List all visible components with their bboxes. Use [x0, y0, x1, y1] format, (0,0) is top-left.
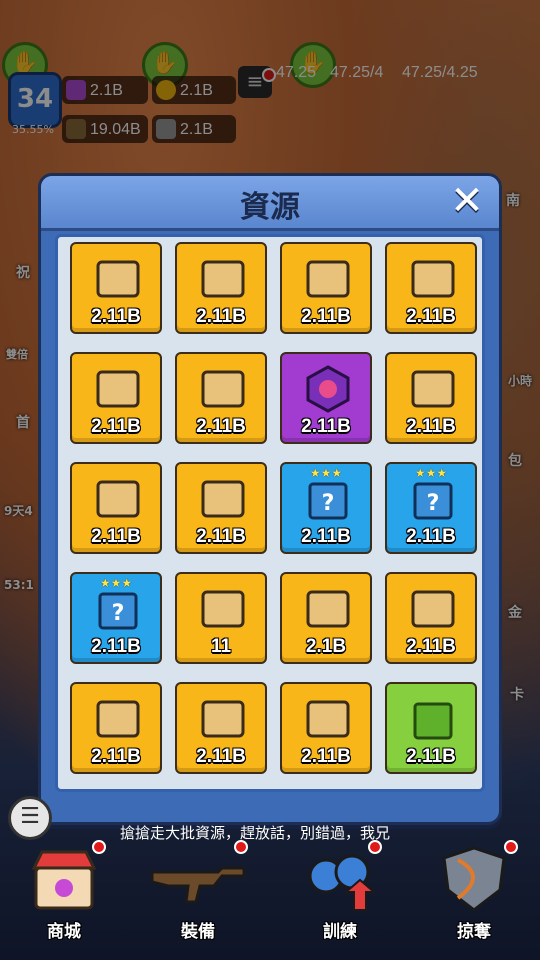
resource-grid[interactable]: 2.11B 2.11B 2.11B 2.11B 2.11B 2.11B 2.11B 2.11B… — [55, 234, 485, 792]
resource-tile[interactable]: 2.11B — [385, 682, 477, 774]
resource-tile[interactable]: 11 — [175, 572, 267, 664]
resource-tile[interactable]: 2.11B — [70, 242, 162, 334]
resource-tile[interactable]: 2.11B — [280, 682, 372, 774]
resource-amount: 2.1B — [305, 636, 347, 657]
resource-amount: 2.11B — [91, 636, 141, 657]
resource-tile[interactable]: 2.11B — [70, 352, 162, 444]
ticket-u-icon — [92, 254, 144, 304]
modal-title: 資源 — [240, 190, 300, 225]
svg-text:?: ? — [322, 491, 335, 516]
mystery-green-card-icon: ? — [407, 474, 459, 524]
ticket-purple-icon — [407, 254, 459, 304]
resource-amount: 2.11B — [301, 746, 351, 767]
nav-equipment-button[interactable]: 裝備 — [148, 840, 248, 942]
resource-tile[interactable]: 2.11B — [175, 352, 267, 444]
red-m-coin-icon — [302, 694, 354, 744]
green-mask-ticket-icon — [407, 694, 459, 744]
red-skull-ticket-icon — [407, 584, 459, 634]
mystery-hero-card-icon: ? — [302, 474, 354, 524]
nav-equipment-label: 裝備 — [181, 922, 215, 942]
resource-tile[interactable]: ★★★? 2.11B — [385, 462, 477, 554]
resource-amount: 2.11B — [196, 416, 246, 437]
resource-tile[interactable]: 2.11B — [385, 572, 477, 664]
resource-amount: 2.11B — [301, 526, 351, 547]
resource-tile[interactable]: 2.11B — [385, 352, 477, 444]
rifle-icon — [150, 846, 246, 912]
resource-amount: 2.11B — [196, 526, 246, 547]
purple-paw-coin-icon — [302, 584, 354, 634]
resource-tile[interactable]: 2.11B — [70, 462, 162, 554]
resource-amount: 2.11B — [301, 306, 351, 327]
svg-text:?: ? — [427, 491, 440, 516]
resource-tile[interactable]: 2.11B — [70, 682, 162, 774]
resource-tile[interactable]: 2.11B — [280, 352, 372, 444]
nav-shop-button[interactable]: 商城 — [14, 840, 114, 942]
resource-amount: 2.11B — [406, 416, 456, 437]
nav-training-button[interactable]: 訓練 — [290, 840, 390, 942]
resource-amount: 2.11B — [406, 636, 456, 657]
resource-tile[interactable]: 2.1B — [280, 572, 372, 664]
crystal-shard-icon — [197, 474, 249, 524]
shop-icon — [28, 846, 100, 912]
silver-map-fragment-icon — [197, 584, 249, 634]
purple-shells-icon — [92, 474, 144, 524]
resource-amount: 2.11B — [91, 526, 141, 547]
resources-modal: 資源 ✕ 2.11B 2.11B 2.11B 2.11B 2.11B 2.11B 2.11B… — [38, 173, 502, 825]
teal-shells-icon — [92, 364, 144, 414]
close-button[interactable]: ✕ — [447, 181, 487, 222]
notification-dot — [504, 840, 518, 854]
helmets-icon — [304, 846, 377, 912]
notification-dot — [368, 840, 382, 854]
modal-header: 資源 ✕ — [41, 176, 499, 231]
ticket-teal-icon — [197, 364, 249, 414]
resource-tile[interactable]: 2.11B — [175, 242, 267, 334]
resource-amount: 2.11B — [406, 526, 456, 547]
purple-skull-badge-icon — [302, 364, 354, 414]
resource-amount: 2.11B — [406, 746, 456, 767]
resource-tile[interactable]: 2.11B — [385, 242, 477, 334]
mystery-blue-card-icon: ? — [92, 584, 144, 634]
purple-canister-icon — [197, 694, 249, 744]
nav-training-label: 訓練 — [323, 922, 357, 942]
nav-plunder-button[interactable]: 掠奪 — [424, 840, 524, 942]
nav-shop-label: 商城 — [47, 922, 81, 942]
resource-amount: 2.11B — [91, 306, 141, 327]
nav-plunder-label: 掠奪 — [457, 922, 491, 942]
bottom-nav: 商城 裝備 訓練 掠奪 — [0, 830, 540, 960]
resource-tile[interactable]: 2.11B — [280, 242, 372, 334]
ticket-boss-icon — [302, 254, 354, 304]
red-gold-emblem-icon — [407, 364, 459, 414]
resource-tile[interactable]: 2.11B — [175, 682, 267, 774]
resource-amount: 2.11B — [406, 306, 456, 327]
resource-amount: 2.11B — [196, 306, 246, 327]
notification-dot — [234, 840, 248, 854]
resource-amount: 2.11B — [301, 416, 351, 437]
resource-amount: 2.11B — [196, 746, 246, 767]
resource-tile[interactable]: 2.11B — [175, 462, 267, 554]
ticket-infinity-icon — [197, 254, 249, 304]
resource-tile[interactable]: ★★★? 2.11B — [280, 462, 372, 554]
resource-amount: 11 — [210, 636, 232, 657]
teal-canister-icon — [92, 694, 144, 744]
resource-amount: 2.11B — [91, 416, 141, 437]
svg-text:?: ? — [112, 601, 125, 626]
shield-bow-icon — [438, 846, 510, 912]
resource-amount: 2.11B — [91, 746, 141, 767]
notification-dot — [92, 840, 106, 854]
resource-tile[interactable]: ★★★? 2.11B — [70, 572, 162, 664]
